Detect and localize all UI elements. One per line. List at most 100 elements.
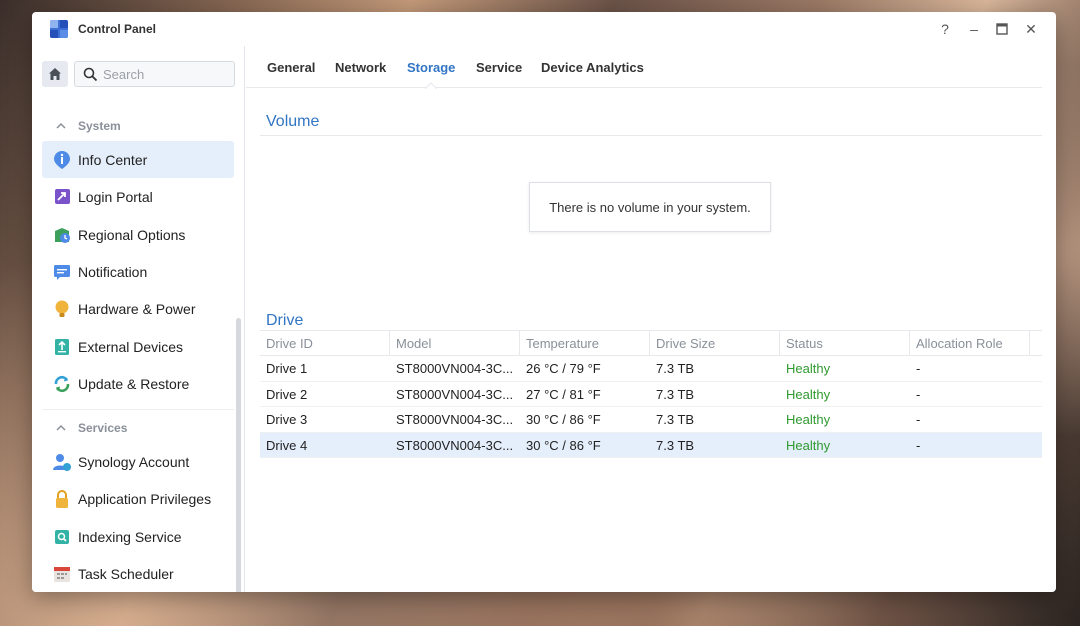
external-device-icon — [55, 339, 69, 355]
cell-temperature: 30 °C / 86 °F — [526, 437, 601, 453]
close-icon[interactable]: ✕ — [1022, 20, 1040, 38]
sidebar-item-login-portal[interactable]: Login Portal — [42, 178, 234, 215]
info-icon — [54, 151, 70, 169]
sidebar-item-label: Regional Options — [78, 227, 186, 243]
titlebar: Control Panel ? – ✕ — [32, 12, 1056, 46]
cell-drive-id: Drive 4 — [266, 437, 308, 453]
table-row[interactable]: Drive 1 ST8000VN004-3C... 26 °C / 79 °F … — [260, 356, 1042, 382]
search-icon — [83, 67, 98, 82]
column-header-drive-size[interactable]: Drive Size — [650, 331, 780, 356]
maximize-icon[interactable] — [993, 20, 1011, 38]
sidebar-item-label: Update & Restore — [78, 376, 190, 392]
home-button[interactable] — [42, 61, 68, 87]
lock-icon — [56, 490, 68, 508]
cell-status: Healthy — [786, 437, 831, 453]
tab-network[interactable]: Network — [335, 60, 386, 75]
home-icon — [49, 68, 61, 80]
cell-allocation-role: - — [916, 361, 921, 376]
table-row[interactable]: Drive 2 ST8000VN004-3C... 27 °C / 81 °F … — [260, 382, 1042, 407]
tab-storage[interactable]: Storage — [407, 60, 455, 75]
sidebar-item-label: Indexing Service — [78, 529, 182, 545]
tab-general[interactable]: General — [267, 60, 315, 75]
sidebar-scrollbar[interactable] — [236, 318, 241, 592]
cell-drive-size: 7.3 TB — [656, 361, 695, 376]
cell-model: ST8000VN004-3C... — [396, 361, 514, 376]
sidebar-item-update-restore[interactable]: Update & Restore — [42, 365, 234, 402]
help-icon[interactable]: ? — [936, 20, 954, 38]
sidebar-item-hardware-power[interactable]: Hardware & Power — [42, 290, 234, 327]
table-header: Drive ID Model Temperature Drive Size St… — [260, 330, 1042, 356]
regional-options-icon — [55, 228, 70, 243]
sidebar-item-label: Info Center — [78, 152, 148, 168]
sidebar-item-task-scheduler[interactable]: Task Scheduler — [42, 555, 234, 592]
update-icon — [54, 375, 70, 393]
cell-model: ST8000VN004-3C... — [396, 437, 514, 453]
calendar-icon — [54, 567, 70, 582]
window-title: Control Panel — [78, 22, 157, 36]
volume-section-title: Volume — [266, 113, 320, 130]
cell-drive-size: 7.3 TB — [656, 437, 695, 453]
notification-icon — [54, 265, 70, 280]
chevron-up-icon — [56, 424, 66, 431]
minimize-icon[interactable]: – — [965, 20, 983, 38]
cell-drive-size: 7.3 TB — [656, 386, 695, 402]
sidebar-item-regional-options[interactable]: Regional Options — [42, 216, 234, 253]
section-header-services[interactable]: Services — [56, 419, 127, 437]
column-header-temperature[interactable]: Temperature — [520, 331, 650, 356]
tab-service[interactable]: Service — [476, 60, 522, 75]
sidebar-item-label: Login Portal — [78, 189, 153, 205]
sidebar: System Info Center Login Portal Regional… — [32, 46, 245, 592]
sidebar-item-label: Application Privileges — [78, 491, 212, 507]
cell-drive-size: 7.3 TB — [656, 412, 695, 427]
sidebar-item-application-privileges[interactable]: Application Privileges — [42, 480, 234, 517]
cell-temperature: 26 °C / 79 °F — [526, 361, 601, 376]
divider — [42, 409, 234, 410]
indexing-icon — [55, 530, 69, 544]
search-field[interactable] — [74, 61, 235, 87]
column-header-status[interactable]: Status — [780, 331, 910, 356]
cell-allocation-role: - — [916, 437, 921, 453]
sidebar-item-info-center[interactable]: Info Center — [42, 141, 234, 178]
cell-drive-id: Drive 1 — [266, 361, 308, 376]
tab-device-analytics[interactable]: Device Analytics — [541, 60, 644, 75]
sidebar-item-notification[interactable]: Notification — [42, 253, 234, 290]
column-header-model[interactable]: Model — [390, 331, 520, 356]
chevron-up-icon — [56, 122, 66, 129]
lightbulb-icon — [55, 300, 69, 317]
cell-allocation-role: - — [916, 412, 921, 427]
section-header-system[interactable]: System — [56, 117, 121, 135]
column-header-drive-id[interactable]: Drive ID — [260, 331, 390, 356]
control-panel-window: Control Panel ? – ✕ System — [32, 12, 1056, 592]
account-icon — [53, 454, 71, 471]
cell-model: ST8000VN004-3C... — [396, 386, 514, 402]
cell-status: Healthy — [786, 361, 831, 376]
sidebar-item-label: Hardware & Power — [78, 301, 196, 317]
tab-bar: General Network Storage Service Device A… — [246, 46, 1042, 89]
cell-drive-id: Drive 2 — [266, 386, 308, 402]
sidebar-item-indexing-service[interactable]: Indexing Service — [42, 518, 234, 555]
login-portal-icon — [55, 189, 70, 204]
section-label: System — [78, 119, 121, 133]
table-row[interactable]: Drive 4 ST8000VN004-3C... 30 °C / 86 °F … — [260, 432, 1042, 458]
drive-table: Drive ID Model Temperature Drive Size St… — [260, 330, 1042, 458]
sidebar-item-label: Task Scheduler — [78, 566, 174, 582]
cell-status: Healthy — [786, 386, 831, 402]
sidebar-item-label: External Devices — [78, 339, 184, 355]
divider — [260, 135, 1042, 136]
drive-section-title: Drive — [266, 312, 304, 329]
control-panel-app-icon — [50, 20, 68, 38]
sidebar-item-label: Notification — [78, 264, 148, 280]
cell-drive-id: Drive 3 — [266, 412, 308, 427]
empty-volume-message: There is no volume in your system. — [529, 182, 771, 232]
active-tab-indicator — [425, 82, 437, 89]
column-header-allocation-role[interactable]: Allocation Role — [910, 331, 1030, 356]
sidebar-item-external-devices[interactable]: External Devices — [42, 328, 234, 365]
cell-temperature: 30 °C / 86 °F — [526, 412, 601, 427]
cell-allocation-role: - — [916, 386, 921, 402]
table-row[interactable]: Drive 3 ST8000VN004-3C... 30 °C / 86 °F … — [260, 407, 1042, 433]
cell-status: Healthy — [786, 412, 831, 427]
search-input[interactable] — [103, 65, 228, 83]
main-panel: General Network Storage Service Device A… — [246, 46, 1056, 592]
sidebar-item-synology-account[interactable]: Synology Account — [42, 443, 234, 480]
cell-model: ST8000VN004-3C... — [396, 412, 514, 427]
